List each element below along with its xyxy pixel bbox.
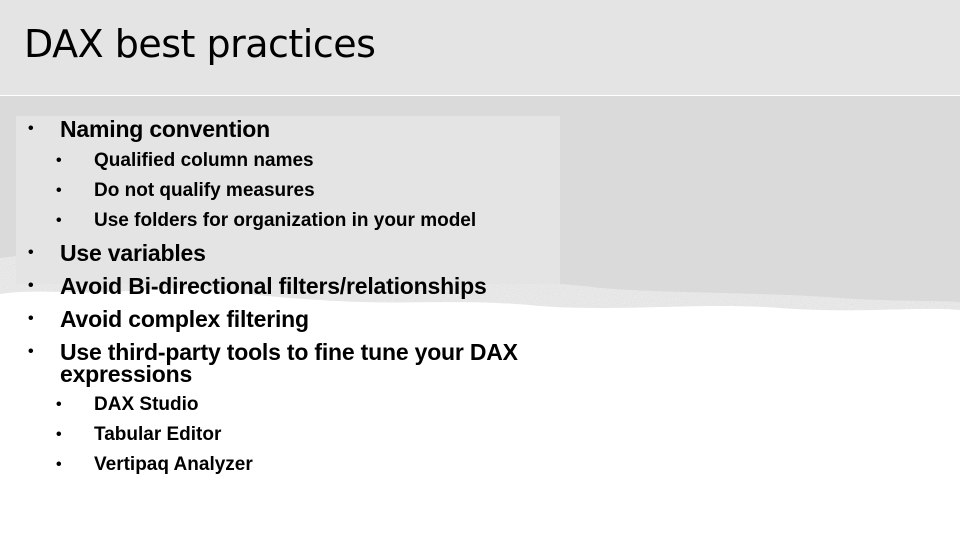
bullet-icon: • bbox=[28, 277, 34, 294]
bullet-icon: • bbox=[28, 343, 34, 360]
bullet-icon: • bbox=[56, 182, 62, 199]
bullet-icon: • bbox=[56, 456, 62, 473]
slide: DAX best practices • Naming convention •… bbox=[0, 0, 960, 540]
bullet-icon: • bbox=[56, 426, 62, 443]
bullet-icon: • bbox=[56, 152, 62, 169]
bullet-icon: • bbox=[28, 120, 34, 137]
bullet-icon: • bbox=[56, 212, 62, 229]
bullet-list: • Naming convention • Qualified column n… bbox=[28, 116, 518, 475]
bullet-icon: • bbox=[28, 244, 34, 261]
bullet-icon: • bbox=[28, 310, 34, 327]
bullet-icon: • bbox=[56, 396, 62, 413]
